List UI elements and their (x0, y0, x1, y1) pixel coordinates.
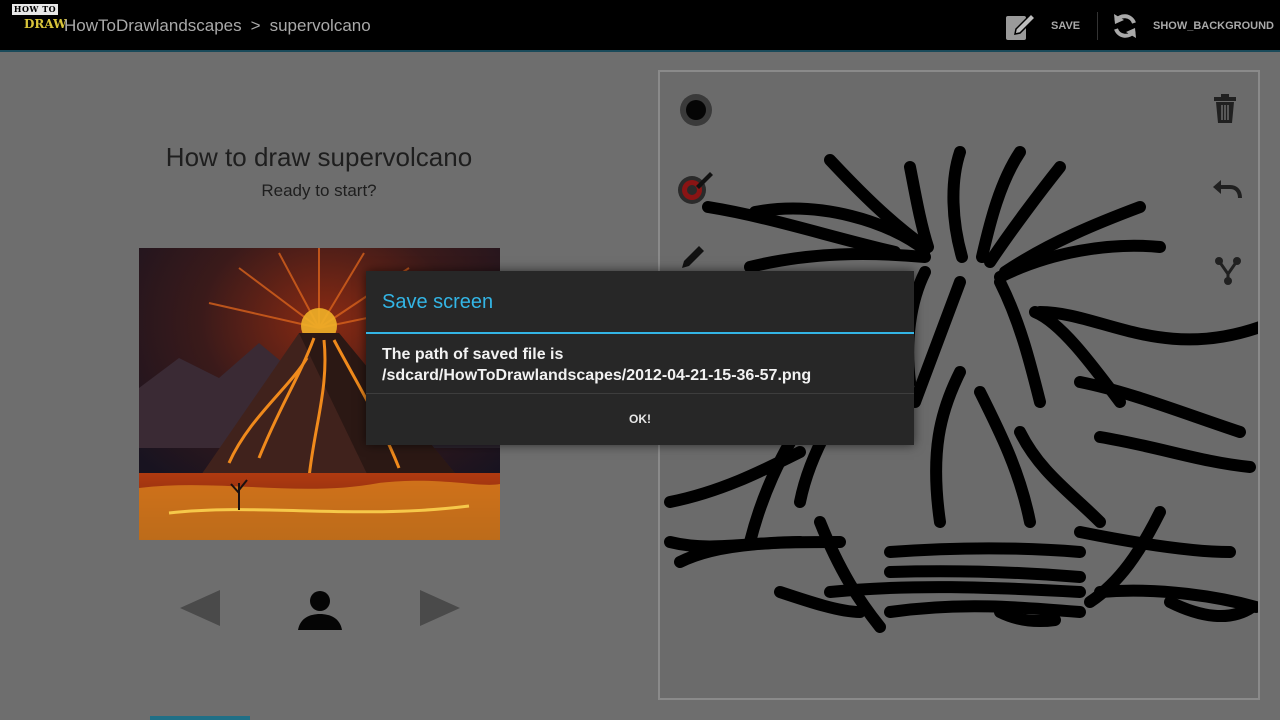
breadcrumb: HowToDrawlandscapes > supervolcano (64, 16, 371, 36)
ok-button[interactable]: OK! (366, 394, 914, 445)
action-divider (1097, 12, 1098, 40)
previous-arrow-icon (180, 590, 220, 626)
action-bar: HOW TO DRAW HowToDrawlandscapes > supervol… (0, 0, 1280, 52)
next-step-button[interactable] (418, 588, 462, 633)
color-picker-button[interactable] (676, 168, 716, 213)
breadcrumb-page: supervolcano (269, 16, 371, 35)
app-logo-bottom-text: DRAW (24, 17, 67, 31)
person-icon (298, 591, 342, 630)
save-action[interactable]: SAVE (1003, 0, 1080, 52)
show-background-label: SHOW_BACKGROUND (1153, 20, 1274, 32)
trash-icon (1214, 94, 1236, 123)
dialog-message-line1: The path of saved file is (382, 346, 564, 363)
save-screen-dialog: Save screen The path of saved file is /s… (366, 271, 914, 445)
app-logo-top-text: HOW TO (12, 4, 58, 15)
pencil-icon (682, 246, 704, 268)
refresh-icon (1110, 11, 1140, 41)
share-button[interactable] (1214, 256, 1242, 291)
next-arrow-icon (420, 590, 460, 626)
share-icon (1215, 257, 1241, 285)
bottom-tab-indicator (150, 716, 250, 720)
brush-size-button[interactable] (678, 92, 714, 133)
dialog-title-divider (366, 332, 914, 334)
undo-button[interactable] (1212, 176, 1242, 207)
clear-button[interactable] (1212, 94, 1238, 129)
undo-icon (1213, 180, 1242, 199)
save-label: SAVE (1051, 20, 1081, 32)
breadcrumb-app[interactable]: HowToDrawlandscapes (64, 16, 242, 35)
dialog-message-path: /sdcard/HowToDrawlandscapes/2012-04-21-1… (382, 367, 812, 384)
color-picker-icon (678, 172, 713, 204)
lesson-title: How to draw supervolcano (165, 142, 473, 172)
save-icon (1003, 9, 1037, 43)
breadcrumb-separator: > (250, 16, 261, 35)
brush-size-icon (680, 94, 712, 126)
show-background-action[interactable]: SHOW_BACKGROUND (1110, 0, 1274, 52)
lesson-subtitle: Ready to start? (261, 181, 377, 200)
person-button[interactable] (296, 588, 344, 637)
previous-step-button[interactable] (178, 588, 222, 633)
dialog-title: Save screen (382, 291, 494, 313)
app-logo[interactable]: HOW TO DRAW (10, 4, 67, 34)
